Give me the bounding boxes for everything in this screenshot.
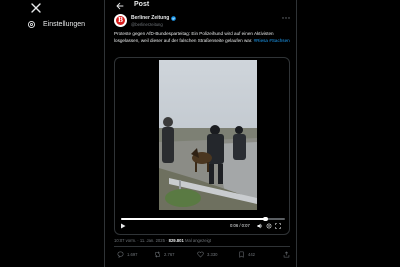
nav-item-settings[interactable]: Einstellungen <box>27 17 85 31</box>
views-label: Mal angezeigt <box>184 238 212 243</box>
author-row: B Berliner Zeitung @berlinerzeitung <box>114 14 290 30</box>
nav-label-settings: Einstellungen <box>43 20 86 28</box>
views-count: 829.801 <box>168 238 184 243</box>
video-time: 0:06 / 0:07 <box>230 223 250 228</box>
page-title: Post <box>134 1 150 8</box>
heart-icon <box>197 251 204 258</box>
left-nav: Einstellungen <box>0 0 104 267</box>
post-meta: 10:07 vorm. · 11. Jan. 2025 · 829.801 Ma… <box>114 238 211 243</box>
avatar[interactable]: B <box>114 14 127 27</box>
bookmark-count: 442 <box>248 252 255 257</box>
play-icon[interactable] <box>120 223 126 229</box>
video-progress-bar[interactable] <box>121 216 285 221</box>
post-header: Post <box>105 0 298 12</box>
video-frame <box>159 60 257 210</box>
author-name: Berliner Zeitung <box>131 15 170 21</box>
bookmark-icon <box>239 251 244 258</box>
arrow-left-icon[interactable] <box>116 2 124 10</box>
share-button[interactable] <box>283 251 290 258</box>
video-settings-icon[interactable] <box>266 223 272 229</box>
fullscreen-icon[interactable] <box>275 223 281 229</box>
video-player[interactable]: 0:06 / 0:07 <box>114 57 290 235</box>
volume-icon[interactable] <box>257 223 263 229</box>
verified-badge-icon <box>171 15 177 21</box>
like-count: 3.330 <box>207 252 218 257</box>
hashtag-riesa[interactable]: #Riesa <box>254 38 268 43</box>
divider <box>114 246 290 247</box>
hashtag-sachsen[interactable]: #Sachsen <box>269 38 289 43</box>
app: Einstellungen Post B Berliner Zeitung @b… <box>0 0 400 267</box>
reply-icon <box>117 251 124 258</box>
like-button[interactable]: 3.330 <box>197 251 217 258</box>
video-progress-knob[interactable] <box>263 216 268 221</box>
tweet-body: Proteste gegen AfD-Bundesparteitag: Ein … <box>114 31 274 43</box>
gear-icon <box>27 20 36 28</box>
retweet-button[interactable]: 2.767 <box>154 251 174 258</box>
retweet-count: 2.767 <box>164 252 175 257</box>
author-name-link[interactable]: Berliner Zeitung <box>131 15 177 21</box>
x-logo-icon[interactable] <box>31 3 41 13</box>
video-controls: 0:06 / 0:07 <box>115 216 289 234</box>
video-progress-fill <box>121 218 266 220</box>
avatar-letter: B <box>116 16 125 25</box>
author-handle: @berlinerzeitung <box>131 22 163 27</box>
main-column: Post B Berliner Zeitung @berlinerzeitung… <box>104 0 297 267</box>
more-options-icon[interactable] <box>282 16 290 20</box>
post-timestamp[interactable]: 10:07 vorm. · 11. Jan. 2025 <box>114 238 165 243</box>
share-icon <box>283 251 290 258</box>
action-bar: 1.697 2.767 3.330 442 <box>114 251 290 261</box>
reply-count: 1.697 <box>127 252 138 257</box>
reply-button[interactable]: 1.697 <box>117 251 137 258</box>
bookmark-button[interactable]: 442 <box>238 251 255 258</box>
retweet-icon <box>155 251 160 258</box>
tweet-text: Proteste gegen AfD-Bundesparteitag: Ein … <box>114 31 290 44</box>
